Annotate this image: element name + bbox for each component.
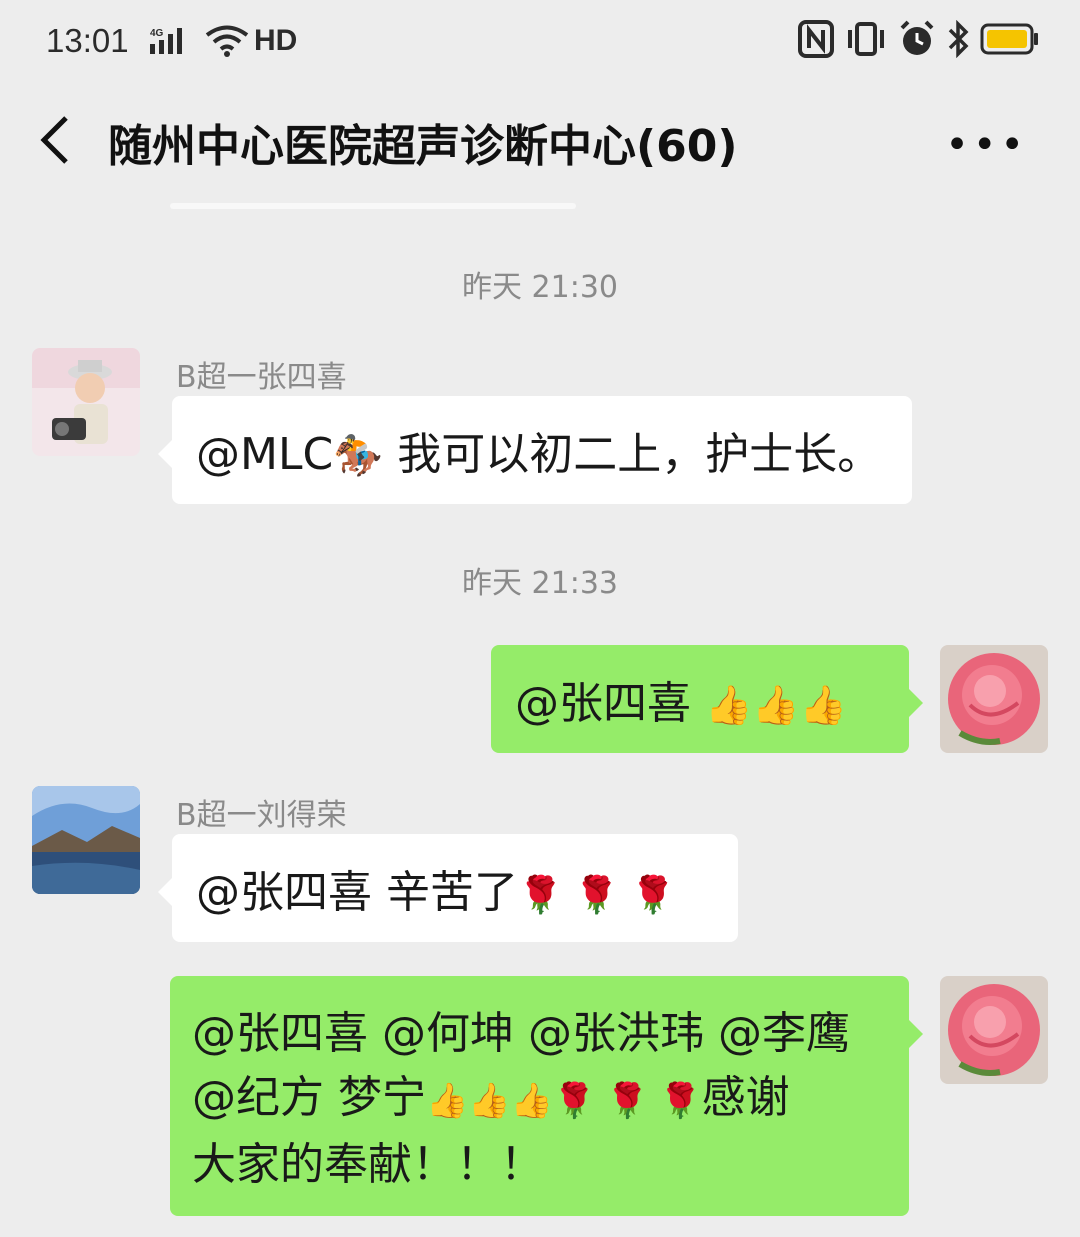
message-text: @纪方 梦宁 bbox=[192, 1072, 426, 1123]
message-line: @纪方 梦宁👍👍👍🌹 🌹 🌹感谢 bbox=[192, 1066, 887, 1133]
cellular-signal-icon: 4G bbox=[150, 26, 194, 60]
message-text: @张四喜 辛苦了 bbox=[196, 867, 518, 918]
message-text: 感谢 bbox=[701, 1072, 790, 1123]
svg-text:4G: 4G bbox=[150, 28, 164, 39]
hd-indicator: HD bbox=[254, 24, 298, 57]
avatar[interactable] bbox=[32, 348, 140, 456]
sender-name: B超一张四喜 bbox=[176, 360, 347, 395]
chat-header: 随州中心医院超声诊断中心(60) ••• bbox=[0, 100, 1080, 180]
timestamp: 昨天 21:33 bbox=[462, 566, 618, 601]
timestamp: 昨天 21:30 bbox=[462, 270, 618, 305]
message-bubble[interactable]: @MLC🏇 我可以初二上，护士长。 bbox=[158, 396, 912, 504]
thumbs-up-emoji: 👍👍👍 bbox=[705, 683, 847, 727]
message-text: @张四喜 bbox=[515, 678, 705, 729]
chat-title: 随州中心医院超声诊断中心(60) bbox=[108, 121, 738, 172]
message-bubble[interactable]: @张四喜 @何坤 @张洪玮 @李鹰 @纪方 梦宁👍👍👍🌹 🌹 🌹感谢 大家的奉献… bbox=[170, 976, 923, 1216]
horse-racing-emoji: 🏇 bbox=[333, 433, 384, 479]
chevron-left-icon[interactable] bbox=[36, 114, 76, 166]
message-text: 我可以初二上，护士长。 bbox=[383, 429, 882, 480]
message-bubble[interactable]: @张四喜 👍👍👍 bbox=[491, 645, 923, 753]
battery-icon bbox=[980, 23, 1040, 59]
alarm-icon bbox=[898, 20, 936, 62]
title-underline bbox=[170, 203, 576, 209]
nfc-icon bbox=[798, 20, 834, 62]
avatar[interactable] bbox=[940, 976, 1048, 1084]
avatar[interactable] bbox=[32, 786, 140, 894]
wifi-icon bbox=[205, 24, 249, 62]
ellipsis-icon[interactable]: ••• bbox=[945, 122, 1028, 168]
message-line: 大家的奉献！！！ bbox=[192, 1139, 544, 1190]
thumbs-up-rose-emoji: 👍👍👍🌹 🌹 🌹 bbox=[426, 1081, 702, 1121]
status-bar: 13:01 4G HD bbox=[0, 0, 1080, 90]
message-bubble[interactable]: @张四喜 辛苦了🌹 🌹 🌹 bbox=[158, 834, 738, 942]
vibrate-icon bbox=[844, 20, 888, 62]
message-text: @MLC bbox=[196, 429, 334, 480]
bluetooth-icon bbox=[946, 19, 970, 62]
message-line: @张四喜 @何坤 @张洪玮 @李鹰 bbox=[192, 1008, 850, 1059]
sender-name: B超一刘得荣 bbox=[176, 798, 347, 833]
rose-emoji: 🌹 🌹 🌹 bbox=[518, 875, 676, 916]
avatar[interactable] bbox=[940, 645, 1048, 753]
status-time: 13:01 bbox=[46, 22, 129, 59]
